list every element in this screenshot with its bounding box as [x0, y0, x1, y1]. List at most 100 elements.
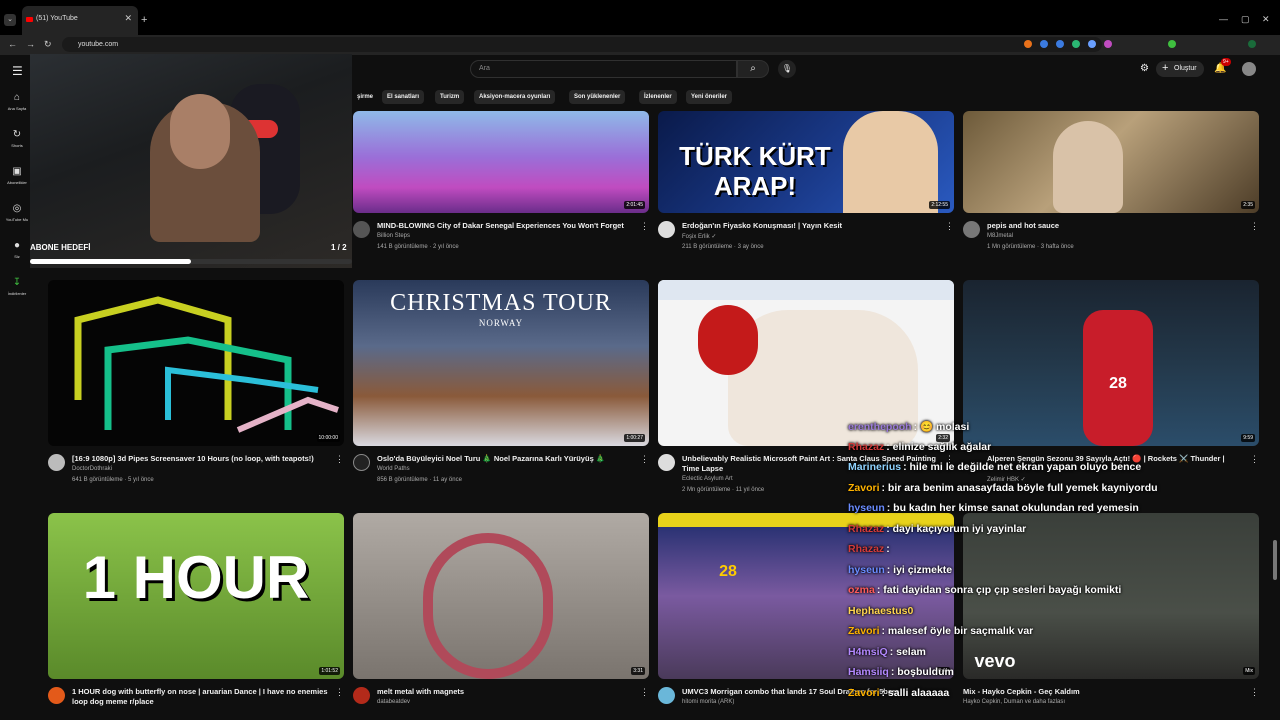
channel-name[interactable]: Hayko Cepkin, Duman ve daha fazlası — [963, 699, 1065, 705]
channel-avatar[interactable] — [353, 221, 370, 238]
chat-message: Zavori: malesef öyle bir saçmalık var — [848, 625, 1033, 637]
more-options-icon[interactable]: ⋮ — [1250, 687, 1259, 698]
channel-avatar[interactable] — [353, 454, 370, 471]
video-thumbnail[interactable]: 3:31 — [353, 513, 649, 679]
extension-icon[interactable] — [1088, 40, 1096, 48]
sidebar-item-home[interactable]: ⌂ Ana Sayfa — [0, 92, 34, 111]
chat-message: Hamsiiq: boşbuldum — [848, 666, 954, 678]
chip[interactable]: Yeni öneriler — [686, 90, 733, 104]
person — [1053, 121, 1123, 213]
video-thumbnail[interactable]: CHRISTMAS TOUR NORWAY 1:00:27 — [353, 280, 649, 446]
more-options-icon[interactable]: ⋮ — [335, 454, 344, 465]
new-tab-button[interactable]: + — [141, 14, 147, 26]
extension-icon[interactable] — [1104, 40, 1112, 48]
chat-username: ozmа — [848, 584, 875, 596]
sidebar-item-shorts[interactable]: ↻ Shorts — [0, 129, 34, 148]
video-title[interactable]: [16:9 1080p] 3d Pipes Screensaver 10 Hou… — [72, 454, 334, 464]
chat-text: : — [886, 543, 890, 555]
browser-tab[interactable]: (51) YouTube ✕ — [22, 6, 138, 35]
channel-name[interactable]: hitomi morita (ARK) — [682, 699, 734, 705]
video-title[interactable]: 1 HOUR dog with butterfly on nose | arua… — [72, 687, 334, 707]
search-button[interactable]: ⌕ — [737, 60, 769, 78]
channel-name[interactable]: DoctorDothraki — [72, 466, 112, 472]
video-thumbnail[interactable]: 2:35 — [963, 111, 1259, 213]
chip[interactable]: Turizm — [435, 90, 465, 104]
chat-username: Zavori — [848, 686, 880, 699]
microphone-icon: 🎙 — [781, 64, 793, 73]
create-button[interactable]: + Oluştur — [1156, 61, 1204, 77]
voice-search-button[interactable]: 🎙 — [778, 60, 796, 78]
reload-icon[interactable]: ↻ — [44, 39, 52, 50]
video-thumbnail[interactable]: TÜRK KÜRT ARAP! 2:12:55 — [658, 111, 954, 213]
streamer-head — [170, 94, 230, 169]
sidebar-item-label: İndirilenler — [7, 291, 27, 296]
channel-avatar[interactable] — [658, 687, 675, 704]
video-meta: 856 B görüntüleme · 11 ay önce — [377, 477, 462, 483]
channel-name[interactable]: Foşix Erlik ✓ — [682, 233, 716, 240]
chip[interactable]: Son yüklenenler — [569, 90, 626, 104]
back-icon[interactable]: ← — [8, 39, 17, 49]
cast-icon[interactable]: ⚙ — [1140, 63, 1149, 74]
channel-name[interactable]: Eclectic Asylum Art — [682, 476, 733, 482]
chip[interactable]: şirme — [352, 90, 378, 104]
channel-name[interactable]: M8Jmetal — [987, 233, 1013, 239]
video-title[interactable]: MIND-BLOWING City of Dakar Senegal Exper… — [377, 221, 639, 231]
video-thumbnail[interactable]: vevo Mix — [963, 513, 1259, 679]
more-options-icon[interactable]: ⋮ — [1250, 454, 1259, 465]
video-title[interactable]: Erdoğan'ın Fiyasko Konuşması! | Yayın Ke… — [682, 221, 944, 231]
sidebar-item-subscriptions[interactable]: ▣ Abonelikler — [0, 166, 34, 185]
extension-icon[interactable] — [1040, 40, 1048, 48]
hamburger-menu-icon[interactable]: ☰ — [12, 64, 23, 78]
more-options-icon[interactable]: ⋮ — [640, 454, 649, 465]
browser-tab-bar: ⌄ (51) YouTube ✕ + — ▢ ✕ — [0, 0, 1280, 35]
channel-avatar[interactable] — [353, 687, 370, 704]
chip[interactable]: Aksiyon-macera oyunları — [474, 90, 556, 104]
subscriber-goal-bar — [30, 259, 352, 264]
video-title[interactable]: melt metal with magnets — [377, 687, 639, 697]
close-window-icon[interactable]: ✕ — [1262, 14, 1270, 25]
sidebar-item-youtube-music[interactable]: ◎ YouTube Mu — [0, 203, 34, 222]
more-options-icon[interactable]: ⋮ — [640, 687, 649, 698]
video-title[interactable]: pepis and hot sauce — [987, 221, 1249, 231]
channel-avatar[interactable] — [48, 454, 65, 471]
profile-icon[interactable] — [1248, 40, 1256, 48]
video-thumbnail[interactable]: 1 HOUR 1:01:52 — [48, 513, 344, 679]
extension-icon[interactable] — [1056, 40, 1064, 48]
video-thumbnail[interactable]: 28 9:59 — [963, 280, 1259, 446]
channel-avatar[interactable] — [658, 221, 675, 238]
video-thumbnail[interactable]: 10:00:00 — [48, 280, 344, 446]
more-options-icon[interactable]: ⋮ — [335, 687, 344, 698]
channel-name[interactable]: databeatdev — [377, 699, 410, 705]
url-field[interactable]: youtube.com — [62, 37, 1102, 52]
tab-close-icon[interactable]: ✕ — [124, 13, 132, 24]
forward-icon[interactable]: → — [26, 39, 35, 49]
more-options-icon[interactable]: ⋮ — [640, 221, 649, 232]
channel-avatar[interactable] — [48, 687, 65, 704]
extension-icon[interactable] — [1024, 40, 1032, 48]
create-label: Oluştur — [1174, 65, 1197, 72]
more-options-icon[interactable]: ⋮ — [945, 221, 954, 232]
extension-icon[interactable] — [1168, 40, 1176, 48]
user-icon: ● — [13, 240, 21, 251]
maximize-icon[interactable]: ▢ — [1241, 14, 1250, 25]
avatar[interactable] — [1242, 62, 1256, 76]
video-title[interactable]: Oslo'da Büyüleyici Noel Turu 🎄 Noel Paza… — [377, 454, 639, 464]
video-thumbnail[interactable]: 2:01:45 — [353, 111, 649, 213]
extension-icon[interactable] — [1072, 40, 1080, 48]
tab-search-button[interactable]: ⌄ — [4, 14, 16, 26]
channel-name[interactable]: World Paths — [377, 466, 410, 472]
sidebar-item-downloads[interactable]: ↧ İndirilenler — [0, 277, 34, 296]
chip[interactable]: El sanatları — [382, 90, 425, 104]
chip[interactable]: İzlenenler — [639, 90, 677, 104]
channel-avatar[interactable] — [658, 454, 675, 471]
more-options-icon[interactable]: ⋮ — [1250, 221, 1259, 232]
channel-name[interactable]: Billion Steps — [377, 233, 410, 239]
scrollbar[interactable] — [1273, 540, 1277, 580]
video-title[interactable]: Mix - Hayko Cepkin - Geç Kaldım — [963, 687, 1225, 697]
chat-username: hyseun — [848, 563, 885, 576]
chat-text: : 😊 molasi — [913, 421, 970, 433]
minimize-icon[interactable]: — — [1219, 14, 1228, 24]
sidebar-item-you[interactable]: ● Siz — [0, 240, 34, 259]
channel-avatar[interactable] — [963, 221, 980, 238]
search-input[interactable]: Ara — [470, 60, 737, 78]
